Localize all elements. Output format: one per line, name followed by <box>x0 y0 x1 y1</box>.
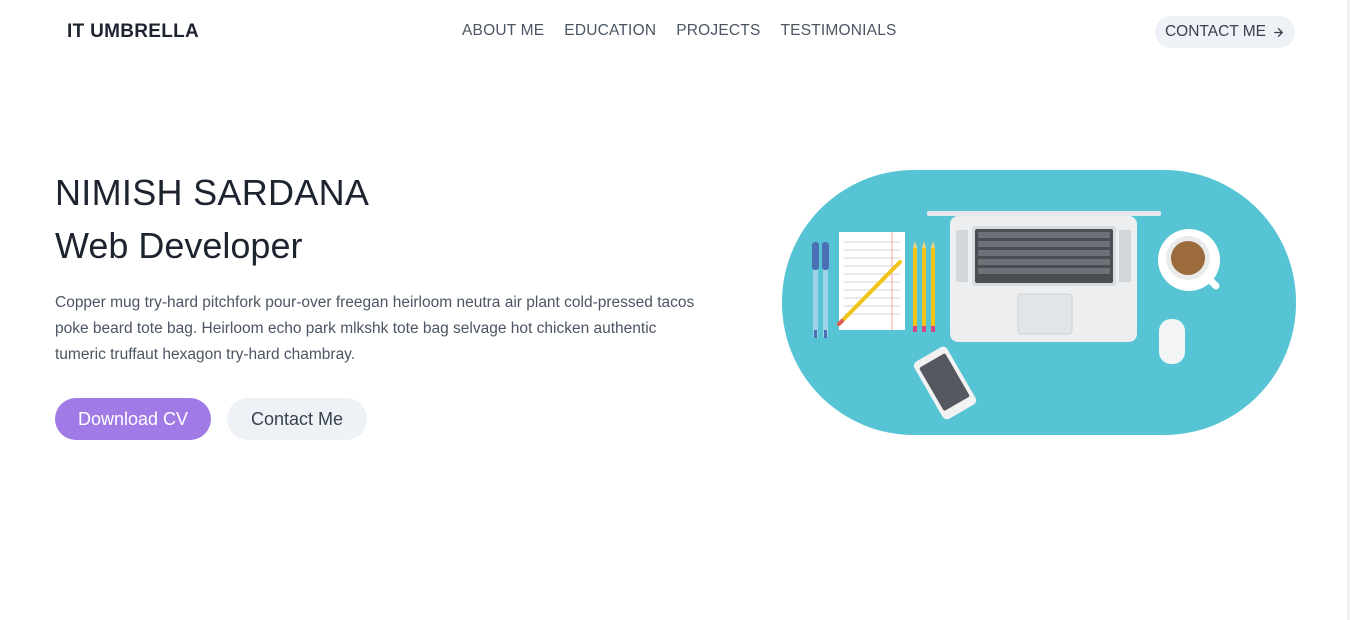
hero-name: NIMISH SARDANA <box>55 172 370 213</box>
nav-about-me[interactable]: ABOUT ME <box>462 22 544 40</box>
site-header: IT UMBRELLA ABOUT ME EDUCATION PROJECTS … <box>0 0 1347 66</box>
nav-projects[interactable]: PROJECTS <box>676 22 760 40</box>
coffee-cup-icon <box>1158 229 1220 291</box>
contact-me-header-label: CONTACT ME <box>1164 23 1267 40</box>
arrow-right-icon <box>1274 27 1283 37</box>
hero-role: Web Developer <box>55 225 303 266</box>
download-cv-button[interactable]: Download CV <box>55 398 211 440</box>
notepad-icon <box>837 232 905 330</box>
pencils-icon <box>913 241 935 332</box>
hero-description: Copper mug try-hard pitchfork pour-over … <box>55 294 695 363</box>
laptop-icon <box>927 211 1161 342</box>
contact-me-header-button[interactable]: CONTACT ME <box>1155 16 1295 48</box>
desk-illustration-icon <box>782 170 1296 435</box>
brand-logo[interactable]: IT UMBRELLA <box>67 21 199 43</box>
nav-testimonials[interactable]: TESTIMONIALS <box>781 22 897 40</box>
contact-me-button[interactable]: Contact Me <box>227 398 367 440</box>
nav-education[interactable]: EDUCATION <box>564 22 656 40</box>
main-nav: ABOUT ME EDUCATION PROJECTS TESTIMONIALS <box>462 22 897 40</box>
mouse-icon <box>1159 319 1185 364</box>
